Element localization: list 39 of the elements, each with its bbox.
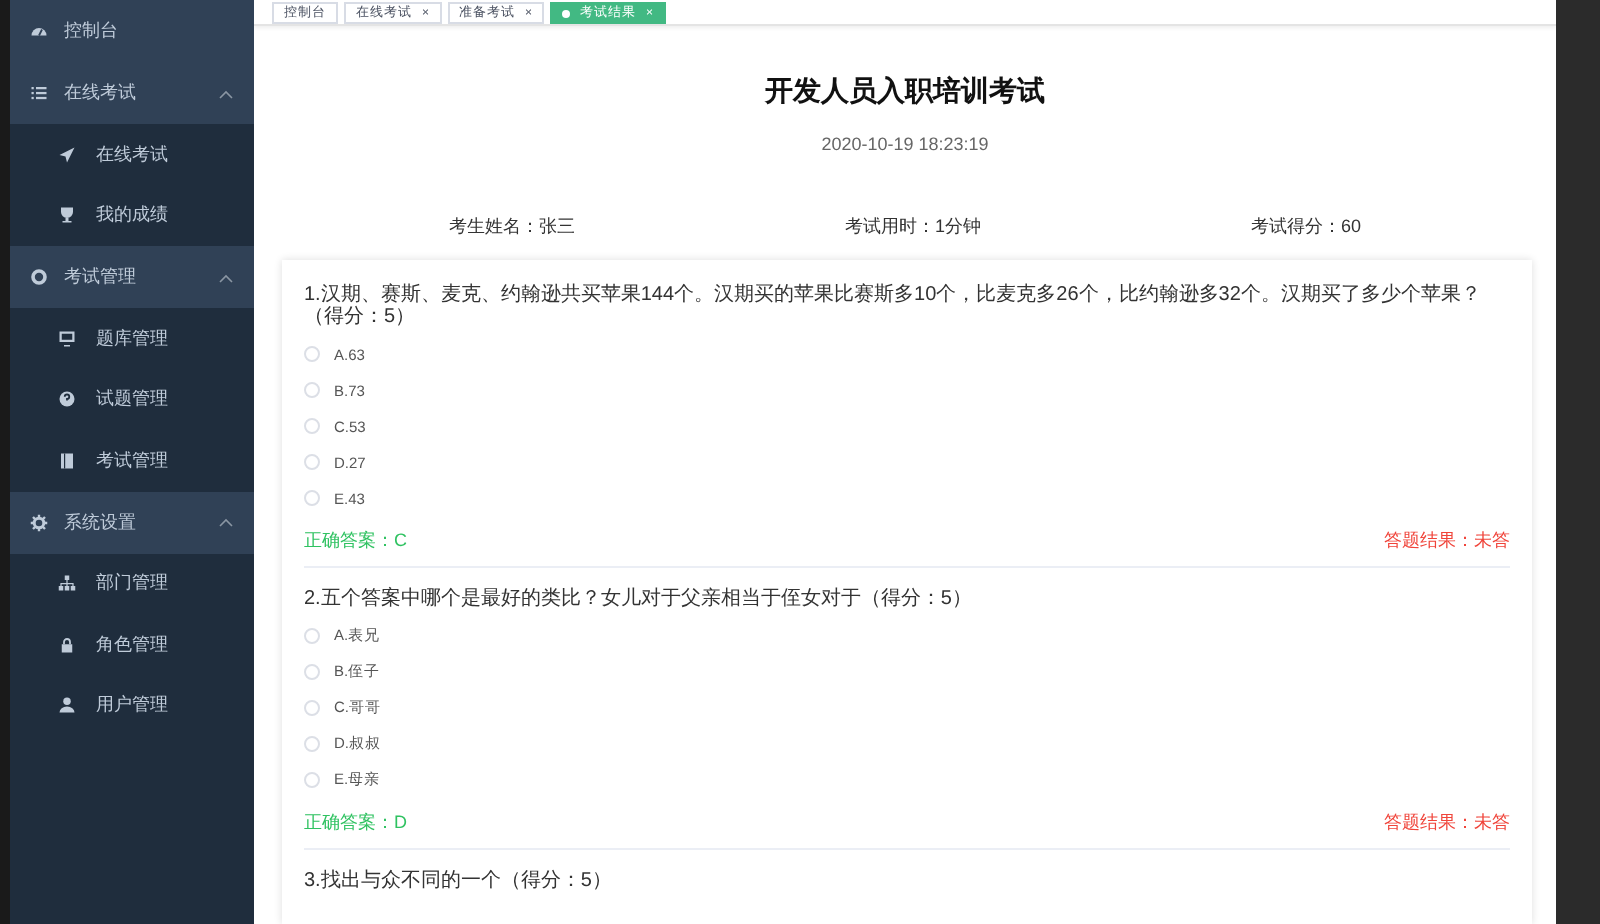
radio-button[interactable] [304, 490, 320, 506]
book-icon [58, 451, 76, 470]
exam-info: 考生姓名：张三 [448, 214, 575, 240]
trophy-icon [58, 206, 76, 225]
answer-result: 答题结果：未答 [1384, 528, 1510, 554]
radio-button[interactable] [304, 772, 320, 788]
dashboard-icon [30, 22, 48, 40]
sidebar-menu-item[interactable]: 控制台 [10, 0, 254, 62]
radio-button[interactable] [304, 628, 320, 644]
plane-icon [58, 145, 76, 164]
radio-button[interactable] [304, 664, 320, 680]
monitor-icon [58, 329, 76, 348]
exam-info: 考试用时：1分钟 [844, 214, 981, 240]
exam-title: 开发人员入职培训考试 [763, 74, 1047, 110]
sitemap-icon [58, 574, 76, 593]
answer-result: 答题结果：未答 [1384, 810, 1510, 836]
exam-info: 考试得分：60 [1250, 214, 1361, 240]
question-text: 1.汉期、赛斯、麦克、约翰逊共买苹果144个。汉期买的苹果比赛斯多10个，比麦克多26个，比约翰逊多32个。汉期买了多少个苹果？（得分：5） [304, 284, 1483, 328]
list-icon [30, 84, 48, 102]
exam-date: 2020-10-19 18:23:19 [819, 134, 991, 154]
question-icon [58, 390, 76, 409]
radio-button[interactable] [304, 700, 320, 716]
question-text: 3.找出与众不同的一个（得分：5） [304, 870, 614, 892]
sidebar-menu-item[interactable]: 在线考试 [10, 62, 254, 124]
gear-icon [30, 513, 48, 531]
correct-answer: 正确答案：C [304, 528, 407, 554]
sidebar-menu-item[interactable]: 系统设置 [10, 491, 254, 553]
lifering-icon [30, 268, 48, 286]
user-icon [58, 696, 76, 715]
radio-button[interactable] [304, 418, 320, 434]
sidebar-menu-item[interactable]: 考试管理 [10, 246, 254, 308]
question-text: 2.五个答案中哪个是最好的类比？女儿对于父亲相当于侄女对于（得分：5） [304, 588, 974, 610]
radio-button[interactable] [304, 454, 320, 470]
lock-icon [58, 635, 76, 654]
active-dot-icon [562, 9, 571, 17]
radio-button[interactable] [304, 382, 320, 398]
radio-button[interactable] [304, 346, 320, 362]
correct-answer: 正确答案：D [304, 810, 407, 836]
radio-button[interactable] [304, 736, 320, 752]
